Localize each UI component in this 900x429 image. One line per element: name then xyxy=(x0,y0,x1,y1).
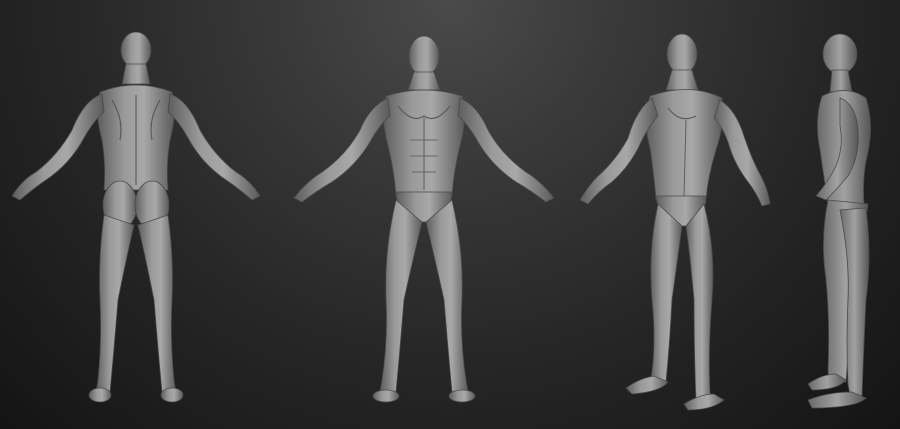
figure-front-view xyxy=(293,35,555,403)
figure-back-view xyxy=(11,31,261,403)
render-viewport xyxy=(0,0,900,429)
figure-side-view xyxy=(807,33,871,409)
turnaround-canvas xyxy=(11,31,871,411)
figure-three-quarter-view xyxy=(579,33,771,411)
